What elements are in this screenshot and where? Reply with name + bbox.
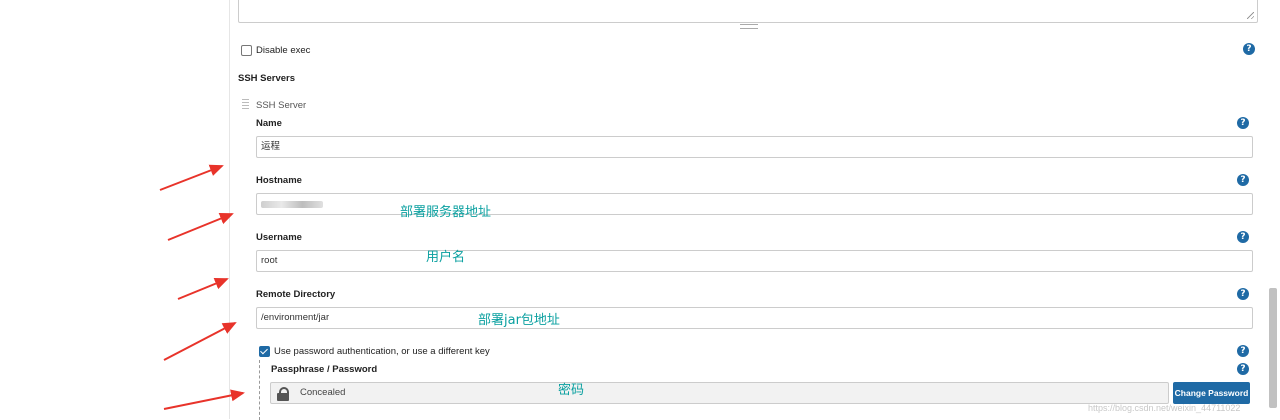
arrow-icon bbox=[159, 164, 224, 191]
arrow-icon bbox=[177, 277, 229, 300]
watermark: https://blog.csdn.net/weixin_44711022 bbox=[1088, 403, 1241, 413]
arrow-icon bbox=[163, 389, 245, 410]
annotation-arrows bbox=[159, 164, 245, 410]
arrow-icon bbox=[163, 322, 237, 361]
arrow-icon bbox=[167, 212, 234, 241]
